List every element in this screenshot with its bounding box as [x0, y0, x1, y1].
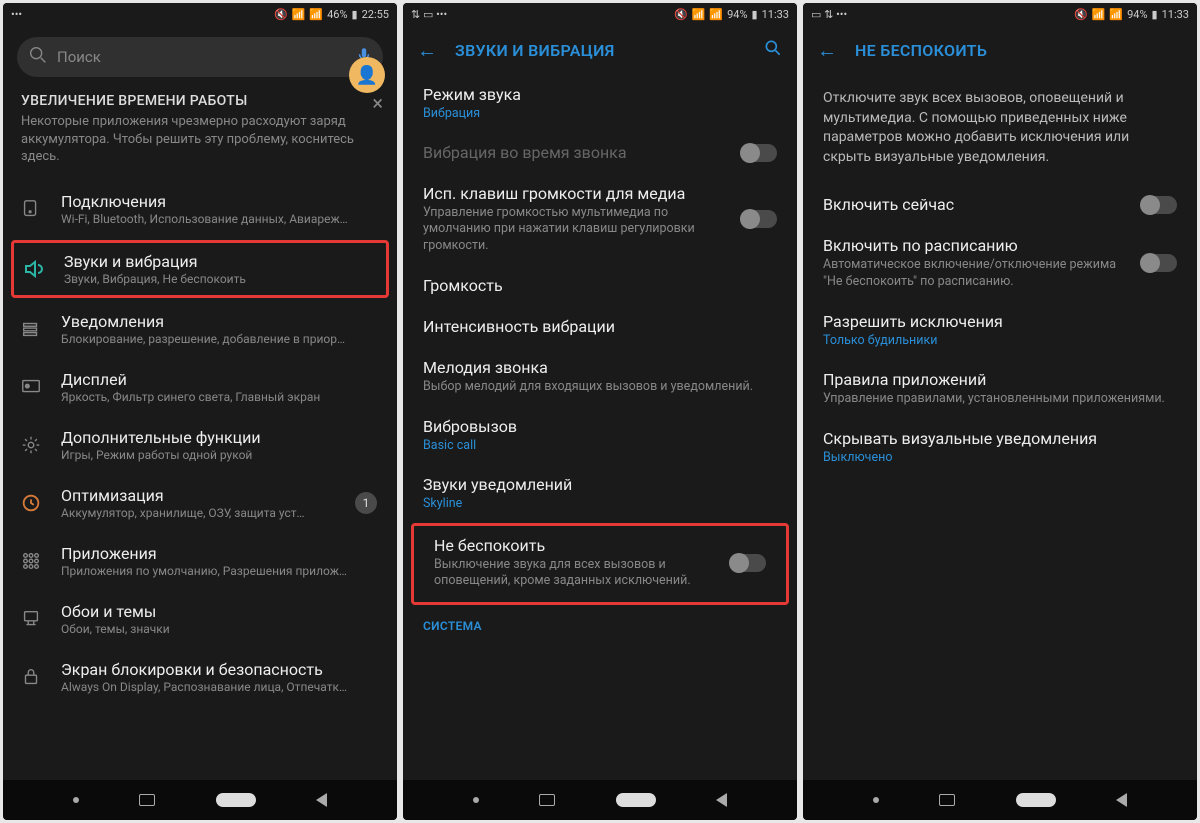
- mute-icon: 🔇: [274, 8, 288, 21]
- pref-volume[interactable]: Громкость: [403, 266, 797, 307]
- close-icon[interactable]: ×: [372, 91, 383, 115]
- search-bar[interactable]: Поиск: [17, 37, 383, 77]
- mute-icon: 🔇: [1074, 8, 1088, 21]
- signal-icon: 📶: [1109, 8, 1123, 21]
- toggle-volume-keys-media[interactable]: [741, 210, 777, 228]
- battery-percent: 46%: [327, 8, 347, 21]
- banner-title: УВЕЛИЧЕНИЕ ВРЕМЕНИ РАБОТЫ: [21, 93, 379, 109]
- clock: 11:33: [1162, 8, 1189, 21]
- phone-sounds-vibration: ⇅ ▭ ••• 🔇 📶 📶 94% ▮ 11:33 ← ЗВУКИ И ВИБР…: [403, 3, 797, 820]
- phone-do-not-disturb: ▭ ⇅ ••• 🔇 📶 📶 94% ▮ 11:33 ← НЕ БЕСПОКОИТ…: [803, 3, 1197, 820]
- battery-icon: ▮: [352, 8, 358, 21]
- clock: 22:55: [362, 8, 389, 21]
- wifi-icon: 📶: [1092, 8, 1106, 21]
- nav-home-icon[interactable]: [216, 793, 256, 807]
- pref-allow-exceptions[interactable]: Разрешить исключения Только будильники: [803, 302, 1197, 360]
- wallpaper-icon: [17, 605, 45, 633]
- settings-item-sounds[interactable]: Звуки и вибрацияЗвуки, Вибрация, Не бесп…: [11, 240, 389, 298]
- sound-icon: [20, 255, 48, 283]
- phone-settings-main: ••• 🔇 📶 📶 46% ▮ 22:55 Поиск: [3, 3, 397, 820]
- toggle-schedule[interactable]: [1141, 254, 1177, 272]
- nav-back-icon[interactable]: [716, 793, 727, 807]
- status-bar: ▭ ⇅ ••• 🔇 📶 📶 94% ▮ 11:33: [803, 3, 1197, 25]
- search-icon[interactable]: [763, 38, 783, 63]
- mute-icon: 🔇: [674, 8, 688, 21]
- settings-item-wallpaper[interactable]: Обои и темыОбои, темы, значки: [3, 590, 397, 648]
- nav-assistant-icon[interactable]: [473, 797, 479, 803]
- status-bar: ••• 🔇 📶 📶 46% ▮ 22:55: [3, 3, 397, 25]
- nav-recent-icon[interactable]: [539, 794, 555, 806]
- battery-percent: 94%: [1127, 8, 1147, 21]
- pref-app-rules[interactable]: Правила приложений Управление правилами,…: [803, 360, 1197, 419]
- settings-item-connections[interactable]: ПодключенияWi-Fi, Bluetooth, Использован…: [3, 180, 397, 238]
- nav-assistant-icon[interactable]: [873, 797, 879, 803]
- toggle-vibrate-ringing: [741, 144, 777, 162]
- status-bar: ⇅ ▭ ••• 🔇 📶 📶 94% ▮ 11:33: [403, 3, 797, 25]
- status-icons-left: ▭ ⇅ •••: [811, 8, 847, 21]
- section-system: СИСТЕМА: [403, 605, 797, 637]
- wifi-icon: 📶: [692, 8, 706, 21]
- battery-percent: 94%: [727, 8, 747, 21]
- pref-sound-mode[interactable]: Режим звука Вибрация: [403, 75, 797, 133]
- page-header: ← НЕ БЕСПОКОИТЬ: [803, 25, 1197, 75]
- toggle-do-not-disturb[interactable]: [730, 554, 766, 572]
- settings-item-apps[interactable]: ПриложенияПриложения по умолчанию, Разре…: [3, 532, 397, 590]
- pref-volume-keys-media[interactable]: Исп. клавиш громкости для медиа Управлен…: [403, 174, 797, 266]
- wifi-icon: 📶: [292, 8, 306, 21]
- notifications-icon: [17, 315, 45, 343]
- page-title: ЗВУКИ И ВИБРАЦИЯ: [455, 41, 745, 60]
- signal-icon: 📶: [309, 8, 323, 21]
- display-icon: [17, 373, 45, 401]
- nav-assistant-icon[interactable]: [73, 797, 79, 803]
- settings-item-lockscreen[interactable]: Экран блокировки и безопасностьAlways On…: [3, 648, 397, 706]
- pref-do-not-disturb[interactable]: Не беспокоить Выключение звука для всех …: [414, 526, 786, 602]
- notification-dots-icon: •••: [11, 8, 22, 21]
- nav-bar: [803, 780, 1197, 820]
- advanced-icon: [17, 431, 45, 459]
- apps-icon: [17, 547, 45, 575]
- signal-icon: 📶: [709, 8, 723, 21]
- nav-bar: [403, 780, 797, 820]
- nav-recent-icon[interactable]: [939, 794, 955, 806]
- back-arrow-icon[interactable]: ←: [417, 38, 437, 63]
- dnd-description: Отключите звук всех вызовов, оповещений …: [803, 75, 1197, 185]
- connections-icon: [17, 195, 45, 223]
- settings-item-display[interactable]: ДисплейЯркость, Фильтр синего света, Гла…: [3, 358, 397, 416]
- toggle-enable-now[interactable]: [1141, 196, 1177, 214]
- banner-text: Некоторые приложения чрезмерно расходуют…: [21, 113, 379, 166]
- pref-vibration-intensity[interactable]: Интенсивность вибрации: [403, 307, 797, 348]
- nav-bar: [3, 780, 397, 820]
- pref-vibration-pattern[interactable]: Вибровызов Basic call: [403, 407, 797, 465]
- nav-recent-icon[interactable]: [139, 794, 155, 806]
- clock: 11:33: [762, 8, 789, 21]
- pref-ringtone[interactable]: Мелодия звонка Выбор мелодий для входящи…: [403, 348, 797, 407]
- pref-vibrate-ringing: Вибрация во время звонка: [403, 133, 797, 174]
- status-icons-left: ⇅ ▭ •••: [411, 8, 447, 21]
- search-placeholder: Поиск: [57, 48, 347, 66]
- nav-back-icon[interactable]: [316, 793, 327, 807]
- back-arrow-icon[interactable]: ←: [817, 38, 837, 63]
- settings-list: ПодключенияWi-Fi, Bluetooth, Использован…: [3, 180, 397, 706]
- badge-count: 1: [355, 492, 377, 514]
- battery-banner[interactable]: УВЕЛИЧЕНИЕ ВРЕМЕНИ РАБОТЫ Некоторые прил…: [3, 85, 397, 180]
- pref-schedule[interactable]: Включить по расписанию Автоматическое вк…: [803, 226, 1197, 302]
- battery-icon: ▮: [752, 8, 758, 21]
- pref-hide-visual[interactable]: Скрывать визуальные уведомления Выключен…: [803, 419, 1197, 477]
- battery-icon: ▮: [1152, 8, 1158, 21]
- nav-home-icon[interactable]: [1016, 793, 1056, 807]
- settings-item-optimization[interactable]: ОптимизацияАккумулятор, хранилище, ОЗУ, …: [3, 474, 397, 532]
- pref-enable-now[interactable]: Включить сейчас: [803, 185, 1197, 226]
- nav-home-icon[interactable]: [616, 793, 656, 807]
- lock-icon: [17, 663, 45, 691]
- search-icon: [27, 44, 49, 70]
- pref-notification-sounds[interactable]: Звуки уведомлений Skyline: [403, 465, 797, 523]
- nav-back-icon[interactable]: [1116, 793, 1127, 807]
- settings-item-advanced[interactable]: Дополнительные функцииИгры, Режим работы…: [3, 416, 397, 474]
- page-header: ← ЗВУКИ И ВИБРАЦИЯ: [403, 25, 797, 75]
- optimize-icon: [17, 489, 45, 517]
- page-title: НЕ БЕСПОКОИТЬ: [855, 41, 1183, 60]
- settings-item-notifications[interactable]: УведомленияБлокирование, разрешение, доб…: [3, 300, 397, 358]
